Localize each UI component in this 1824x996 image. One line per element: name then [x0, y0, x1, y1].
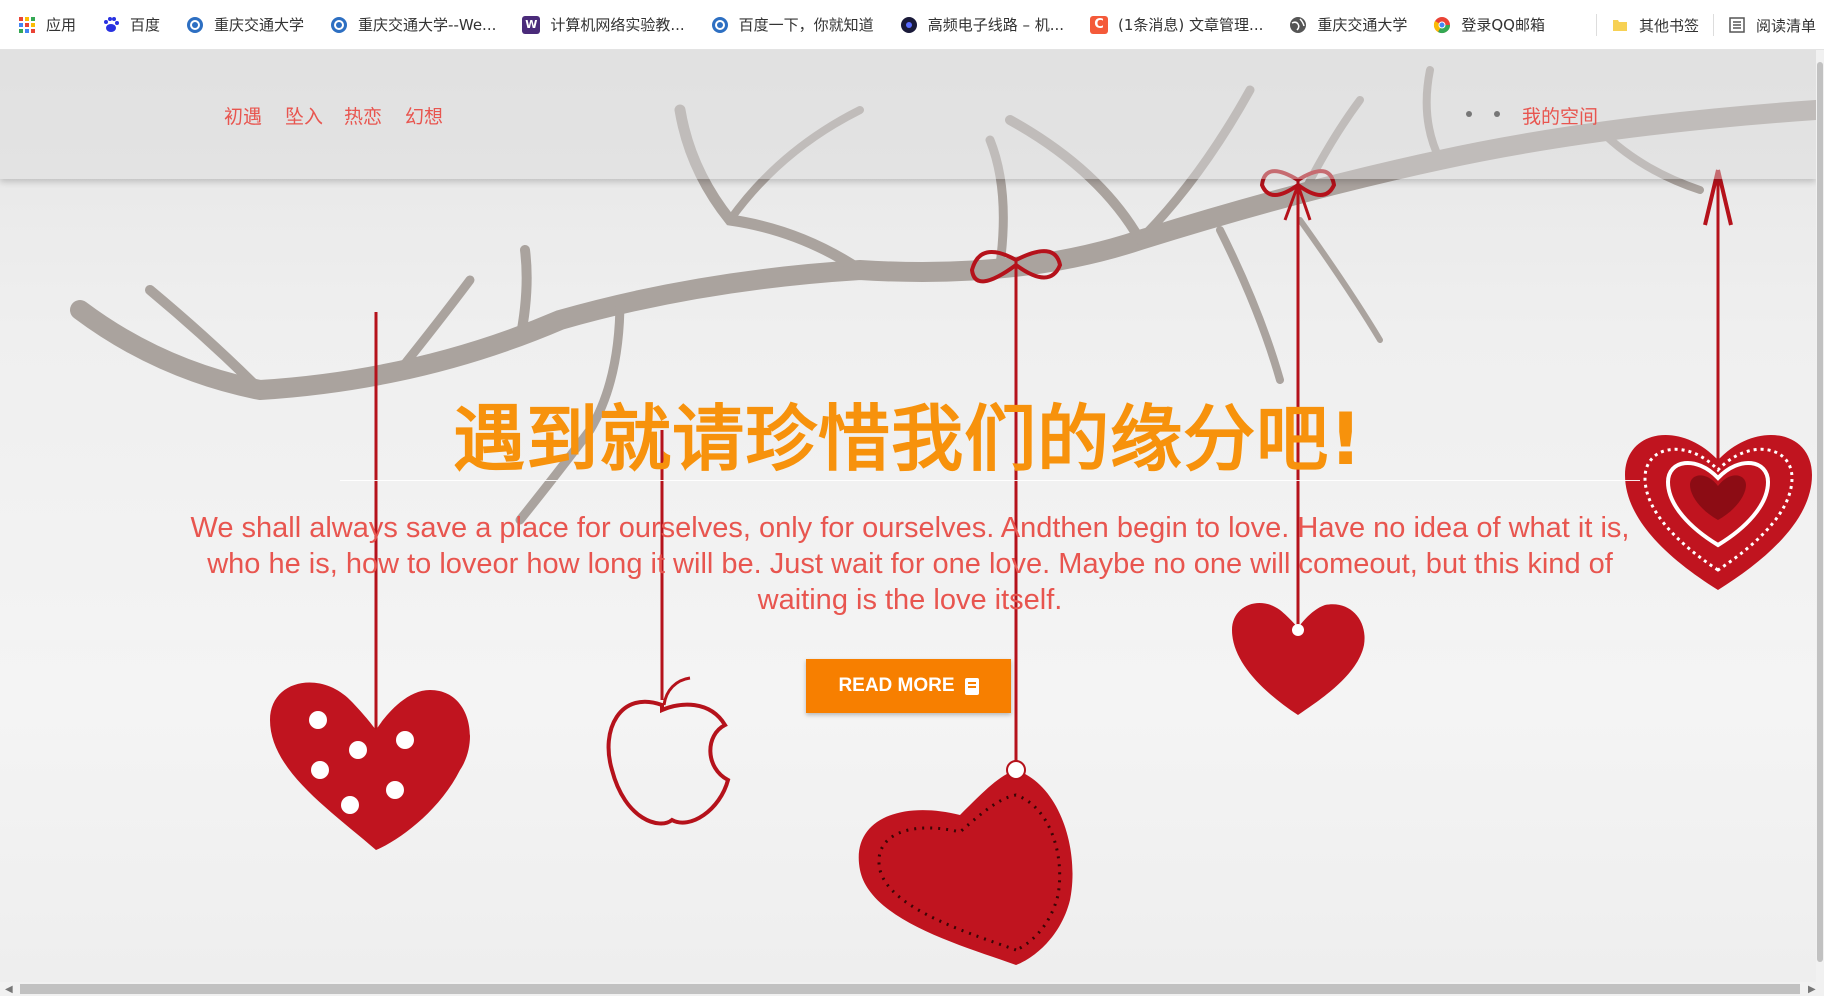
other-bookmarks-button[interactable]: 其他书签	[1611, 15, 1699, 36]
nav-link-huanxiang[interactable]: 幻想	[405, 102, 443, 129]
bookmark-baidu-search[interactable]: 百度一下，你就知道	[711, 14, 874, 35]
bookmark-apps[interactable]: 应用	[18, 14, 76, 35]
bookmark-label: (1条消息) 文章管理...	[1118, 16, 1264, 34]
bookmark-label: 重庆交通大学	[214, 16, 305, 34]
nav-link-relian[interactable]: 热恋	[344, 102, 382, 129]
nav-link-chuyu[interactable]: 初遇	[224, 102, 262, 129]
reading-list-icon	[1728, 16, 1746, 34]
read-more-label: READ MORE	[838, 675, 955, 696]
bookmark-label: 计算机网络实验教...	[550, 16, 685, 34]
hero-paragraph: We shall always save a place for ourselv…	[190, 512, 1630, 616]
bookmark-cqjtu-2[interactable]: 重庆交通大学	[1289, 14, 1407, 35]
nav-dot-icon	[1466, 111, 1472, 117]
bookmark-label: 重庆交通大学	[1317, 16, 1408, 34]
hero-title: 遇到就请珍惜我们的缘分吧!	[453, 397, 1363, 481]
bookmark-hf-circuits[interactable]: 高频电子线路 – 机...	[900, 14, 1064, 35]
bookmark-label: 重庆交通大学--We...	[358, 16, 497, 34]
bookmark-csdn[interactable]: C (1条消息) 文章管理...	[1090, 14, 1263, 35]
horizontal-scrollbar[interactable]: ◀ ▶	[0, 982, 1824, 996]
other-bookmarks-label: 其他书签	[1638, 16, 1699, 35]
bookmarks-divider	[1712, 14, 1714, 36]
university-seal-icon	[330, 16, 348, 34]
dark-circle-icon	[900, 16, 918, 34]
top-navigation: 初遇 坠入 热恋 幻想 我的空间	[0, 50, 1816, 179]
bookmarks-right-group: 其他书签 阅读清单	[1582, 0, 1824, 50]
bookmark-label: 百度一下，你就知道	[738, 16, 874, 34]
hero-section: 初遇 坠入 热恋 幻想 我的空间 遇到就请珍惜我们的缘分吧! We shall …	[0, 50, 1816, 982]
nav-dot-icon	[1494, 111, 1500, 117]
bookmark-label: 百度	[130, 16, 161, 34]
bookmarks-divider	[1595, 14, 1597, 36]
folder-icon	[1611, 16, 1629, 34]
read-more-button[interactable]: READ MORE	[806, 659, 1011, 713]
reading-list-label: 阅读清单	[1755, 16, 1816, 35]
hero-divider	[340, 480, 1640, 481]
bookmark-label: 应用	[46, 16, 77, 34]
bookmark-network-lab[interactable]: W 计算机网络实验教...	[522, 14, 685, 35]
nav-link-my-space[interactable]: 我的空间	[1522, 102, 1598, 129]
chrome-icon	[1433, 16, 1451, 34]
university-seal-icon	[186, 16, 204, 34]
bookmark-qq-mail[interactable]: 登录QQ邮箱	[1433, 14, 1545, 35]
vertical-scroll-thumb[interactable]	[1817, 62, 1823, 962]
reading-list-button[interactable]: 阅读清单	[1728, 15, 1816, 36]
w-logo-icon: W	[522, 15, 541, 34]
bookmark-label: 登录QQ邮箱	[1461, 16, 1545, 34]
scroll-left-arrow-icon[interactable]: ◀	[5, 984, 13, 995]
bookmark-cqjtu-web[interactable]: 重庆交通大学--We...	[330, 14, 496, 35]
apps-grid-icon	[18, 16, 36, 34]
csdn-c-icon: C	[1090, 15, 1109, 34]
bookmarks-bar: 应用 百度 重庆交通大学 重庆交通大学--We... W 计算机网络实验教...…	[0, 0, 1824, 50]
bookmark-baidu[interactable]: 百度	[102, 14, 160, 35]
scroll-right-arrow-icon[interactable]: ▶	[1808, 984, 1816, 995]
nav-link-zhuiru[interactable]: 坠入	[285, 102, 323, 129]
horizontal-scroll-thumb[interactable]	[20, 984, 1800, 994]
bookmark-cqjtu[interactable]: 重庆交通大学	[186, 14, 304, 35]
bookmark-label: 高频电子线路 – 机...	[927, 16, 1065, 34]
globe-icon	[1289, 16, 1307, 34]
university-seal-icon	[711, 16, 729, 34]
vertical-scrollbar[interactable]	[1816, 50, 1824, 982]
book-icon	[964, 677, 979, 695]
baidu-paw-icon	[102, 16, 120, 34]
